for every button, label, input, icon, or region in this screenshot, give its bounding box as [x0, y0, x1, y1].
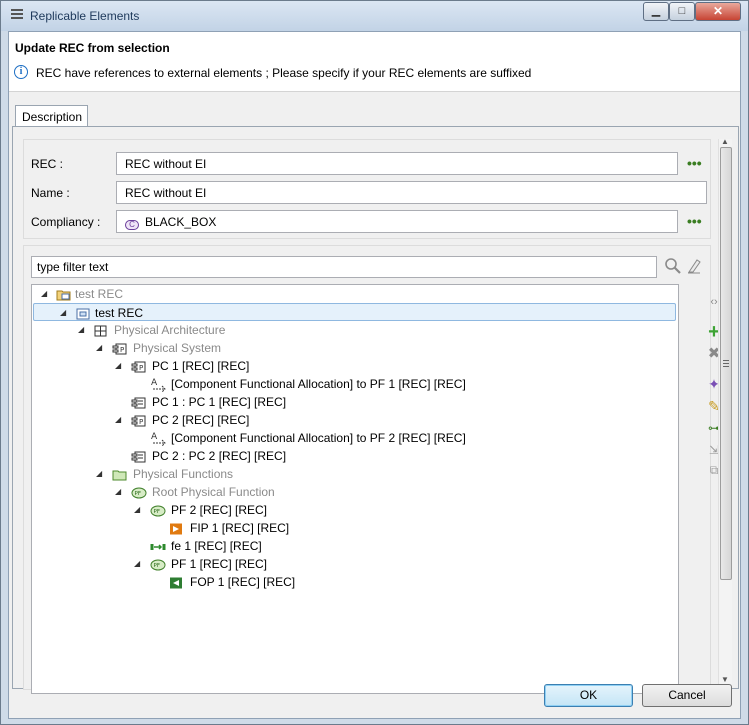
app-menu-icon[interactable] [11, 9, 23, 21]
scrollbar-thumb[interactable] [720, 147, 732, 580]
svg-text:P: P [139, 418, 143, 426]
maximize-button[interactable]: □ [669, 2, 695, 21]
tree-node-label: PC 1 [REC] [REC] [152, 359, 250, 373]
compliancy-label: Compliancy : [31, 215, 101, 229]
expand-arrow-icon[interactable]: ◢ [115, 411, 121, 429]
tree-node-label: PC 2 : PC 2 [REC] [REC] [152, 449, 287, 463]
svg-text:PF: PF [154, 509, 160, 515]
rec-label: REC : [31, 157, 64, 171]
tree-node-label: fe 1 [REC] [REC] [171, 539, 262, 553]
function-icon: PF [150, 504, 166, 517]
tree-node-label: PC 1 : PC 1 [REC] [REC] [152, 395, 287, 409]
tree-node-label: Physical Architecture [114, 323, 226, 337]
elements-group: type filter text ◢ test REC ◢ test REC ◢… [23, 245, 720, 694]
window-title: Replicable Elements [30, 9, 140, 23]
panel-scrollbar[interactable]: ▲ ▼ [718, 137, 732, 684]
compliancy-browse-button[interactable]: ••• [687, 214, 702, 228]
tree-node-label: test REC [95, 306, 144, 320]
output-port-icon [169, 576, 183, 589]
dialog-title: Update REC from selection [15, 41, 170, 55]
tree-node-test-rec[interactable]: ◢ test REC [33, 303, 676, 321]
tree-node-label: PF 1 [REC] [REC] [171, 557, 268, 571]
compliancy-class-icon: C [125, 220, 139, 230]
expand-arrow-icon[interactable]: ◢ [115, 483, 121, 501]
filter-input[interactable]: type filter text [31, 256, 657, 278]
tree-node-label: PF 2 [REC] [REC] [171, 503, 268, 517]
tree-node-label: test REC [75, 287, 124, 301]
compliancy-field[interactable]: C BLACK_BOX [116, 210, 678, 233]
close-button[interactable]: ✕ [695, 2, 741, 21]
minimize-button[interactable]: ▁ [643, 2, 669, 21]
dialog-window: Replicable Elements ▁ □ ✕ Update REC fro… [0, 0, 749, 725]
svg-text:P: P [120, 346, 124, 354]
rec-field[interactable]: REC without EI [116, 152, 678, 175]
rec-icon [76, 307, 90, 320]
clear-filter-icon[interactable] [686, 257, 702, 275]
tree-node-label: [Component Functional Allocation] to PF … [171, 431, 466, 445]
input-port-icon [169, 522, 183, 535]
expand-arrow-icon[interactable]: ◢ [78, 321, 84, 339]
expand-arrow-icon[interactable]: ◢ [134, 501, 140, 519]
name-label: Name : [31, 186, 70, 200]
tree-node-label: FIP 1 [REC] [REC] [190, 521, 290, 535]
name-field[interactable]: REC without EI [116, 181, 707, 204]
exchange-icon [150, 540, 166, 552]
dialog-header: Update REC from selection i REC have ref… [9, 32, 740, 92]
tree-node-label: Physical Functions [133, 467, 234, 481]
expand-arrow-icon[interactable]: ◢ [134, 555, 140, 573]
tab-description[interactable]: Description [15, 105, 88, 127]
tree-node-label: FOP 1 [REC] [REC] [190, 575, 296, 589]
component-icon: P [131, 414, 146, 427]
description-panel: REC : REC without EI ••• Name : REC with… [12, 126, 739, 694]
properties-group: REC : REC without EI ••• Name : REC with… [23, 139, 711, 239]
tree-node-label: PC 2 [REC] [REC] [152, 413, 250, 427]
button-bar: OK Cancel [9, 684, 740, 718]
folder-icon [112, 468, 127, 481]
expand-arrow-icon[interactable]: ◢ [60, 304, 66, 322]
scroll-up-arrow[interactable]: ▲ [721, 137, 729, 146]
expand-arrow-icon[interactable]: ◢ [96, 339, 102, 357]
expand-arrow-icon[interactable]: ◢ [96, 465, 102, 483]
svg-text:P: P [139, 364, 143, 372]
info-message: REC have references to external elements… [36, 66, 532, 80]
expand-arrow-icon[interactable]: ◢ [41, 285, 47, 303]
svg-text:PF: PF [154, 563, 160, 569]
tree-node-label: [Component Functional Allocation] to PF … [171, 377, 466, 391]
architecture-icon [94, 324, 108, 337]
function-icon: PF [150, 558, 166, 571]
part-icon [131, 396, 146, 409]
elements-tree[interactable]: ◢ test REC ◢ test REC ◢ Physical Archite… [31, 284, 679, 694]
svg-text:A: A [151, 432, 158, 442]
title-bar[interactable]: Replicable Elements ▁ □ ✕ [1, 1, 748, 31]
allocation-icon: A [150, 376, 166, 393]
component-icon: P [112, 342, 127, 355]
function-icon: PF [131, 486, 147, 499]
expand-arrow-icon[interactable]: ◢ [115, 357, 121, 375]
tree-node-label: Physical System [133, 341, 222, 355]
dialog-client: Update REC from selection i REC have ref… [8, 31, 741, 719]
rec-browse-button[interactable]: ••• [687, 156, 702, 170]
folder-rec-icon [56, 288, 71, 301]
scroll-down-arrow[interactable]: ▼ [721, 675, 729, 684]
ok-button[interactable]: OK [544, 684, 633, 707]
component-icon: P [131, 360, 146, 373]
allocation-icon: A [150, 430, 166, 447]
part-icon [131, 450, 146, 463]
cancel-button[interactable]: Cancel [642, 684, 732, 707]
tree-node-label: Root Physical Function [152, 485, 275, 499]
compliancy-value: BLACK_BOX [145, 215, 217, 229]
search-icon[interactable] [664, 257, 682, 275]
svg-text:A: A [151, 378, 158, 388]
info-icon: i [14, 65, 28, 79]
svg-text:PF: PF [135, 491, 141, 497]
